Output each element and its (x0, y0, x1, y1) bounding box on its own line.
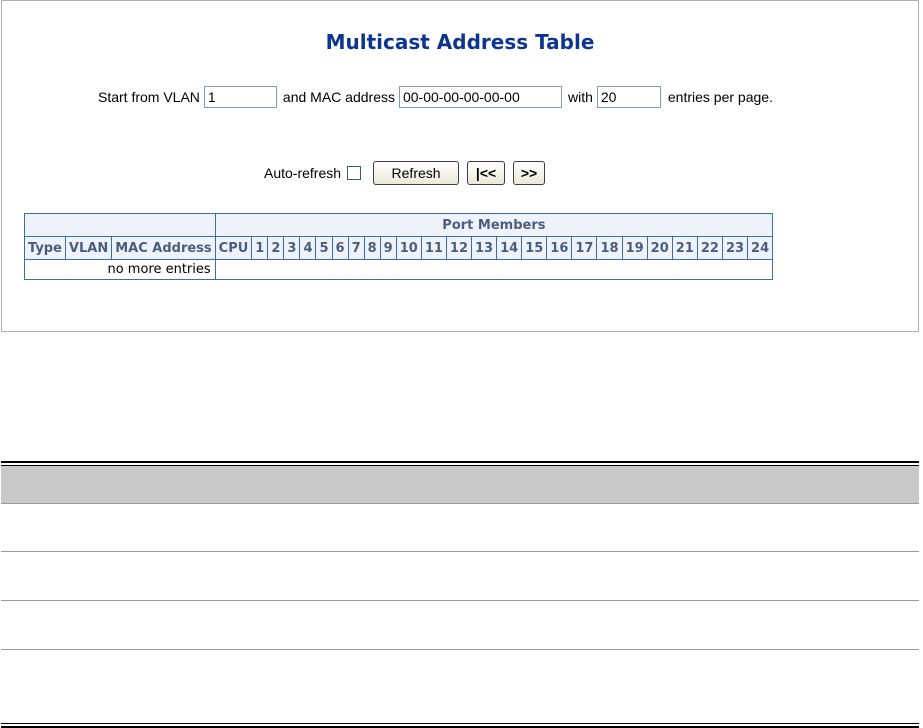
description-header-row (1, 466, 919, 503)
column-header-14: 14 (496, 236, 523, 260)
column-header-2: 2 (267, 236, 285, 260)
multicast-address-table: Port Members Type VLAN MAC Address CPU 1 2 3 4 5… (24, 213, 774, 280)
column-header-12: 12 (445, 236, 473, 260)
column-header-6: 6 (331, 236, 349, 260)
column-header-20: 20 (646, 236, 673, 260)
column-header-1: 1 (251, 236, 269, 260)
bottom-rule-thin (1, 723, 919, 724)
column-header-vlan: VLAN (64, 236, 113, 260)
column-header-mac-address: MAC Address (111, 236, 216, 260)
column-header-4: 4 (299, 236, 317, 260)
column-header-22: 22 (696, 236, 723, 260)
filter-row: Start from VLAN and MAC address with ent… (94, 84, 777, 110)
table-header-blank (24, 213, 216, 237)
refresh-toolbar: Auto-refresh Refresh |<< >> (264, 158, 546, 188)
column-header-15: 15 (521, 236, 548, 260)
column-header-3: 3 (283, 236, 301, 260)
column-header-7: 7 (347, 236, 365, 260)
vlan-input[interactable] (203, 86, 277, 108)
column-header-17: 17 (571, 236, 598, 260)
empty-message: no more entries (24, 259, 216, 280)
row-divider (1, 600, 919, 601)
with-label: with (567, 89, 593, 105)
table-column-header-row: Type VLAN MAC Address CPU 1 2 3 4 5 6 7 8 9 10 11 12 13 1… (24, 236, 774, 260)
port-members-header: Port Members (214, 213, 774, 237)
column-header-5: 5 (315, 236, 333, 260)
column-header-10: 10 (395, 236, 422, 260)
column-header-19: 19 (621, 236, 648, 260)
row-divider (1, 649, 919, 650)
mac-address-label: and MAC address (282, 89, 395, 105)
column-header-11: 11 (420, 236, 447, 260)
row-divider (1, 551, 919, 552)
entries-per-page-input[interactable] (596, 86, 661, 108)
refresh-button[interactable]: Refresh (373, 161, 460, 185)
auto-refresh-label: Auto-refresh (264, 165, 342, 181)
column-header-21: 21 (671, 236, 698, 260)
entries-per-page-label: entries per page. (667, 89, 773, 105)
top-rule (1, 461, 919, 463)
empty-row-filler (214, 259, 774, 280)
column-header-23: 23 (721, 236, 749, 260)
column-header-8: 8 (363, 236, 381, 260)
first-page-button[interactable]: |<< (467, 161, 506, 185)
page-title: Multicast Address Table (325, 30, 595, 54)
start-vlan-label: Start from VLAN (98, 89, 200, 105)
table-row: no more entries (24, 259, 774, 280)
column-header-16: 16 (546, 236, 573, 260)
table-group-header-row: Port Members (24, 213, 774, 237)
column-header-type: Type (24, 236, 66, 260)
column-header-9: 9 (379, 236, 397, 260)
column-header-18: 18 (596, 236, 623, 260)
column-header-cpu: CPU (214, 236, 253, 260)
column-header-13: 13 (470, 236, 498, 260)
row-divider (1, 503, 919, 504)
auto-refresh-checkbox[interactable] (347, 166, 362, 180)
next-page-button[interactable]: >> (513, 161, 546, 185)
column-header-24: 24 (747, 236, 774, 260)
mac-address-input[interactable] (398, 86, 562, 108)
multicast-address-panel: Multicast Address Table Start from VLAN … (1, 0, 919, 332)
